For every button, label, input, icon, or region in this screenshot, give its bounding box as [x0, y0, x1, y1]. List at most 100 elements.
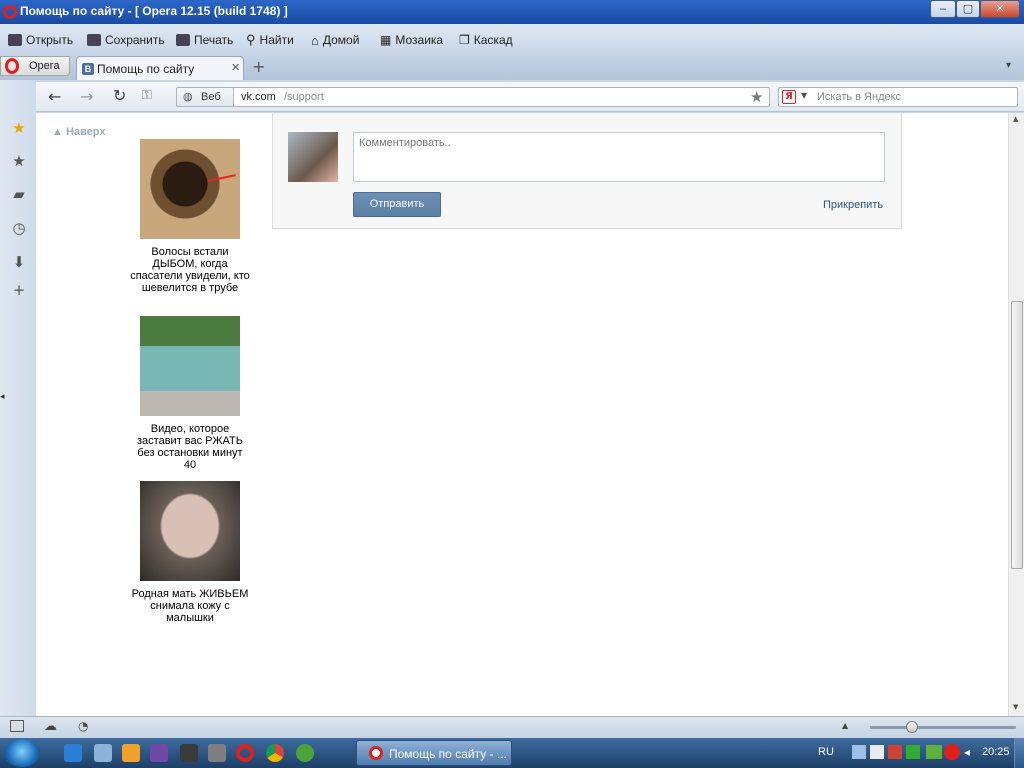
save-icon [87, 34, 101, 46]
language-indicator[interactable]: RU [818, 746, 834, 758]
speed-dial-star-icon[interactable]: ★ [11, 120, 27, 136]
task-opera-window[interactable]: Помощь по сайту - ... [356, 740, 512, 766]
tab-close-icon[interactable]: ✕ [231, 61, 240, 74]
speed-gauge-icon[interactable]: ◔ [78, 719, 88, 733]
send-button[interactable]: Отправить [353, 192, 441, 217]
bookmark-star-icon[interactable]: ★ [750, 88, 763, 106]
open-button[interactable]: Открыть [8, 32, 73, 48]
globe-icon: ◍ [183, 90, 193, 103]
panel-collapse-icon[interactable]: ◂ [0, 392, 5, 402]
tool-icon[interactable] [180, 744, 198, 762]
zoom-arrow-icon[interactable]: ▲ [842, 721, 848, 730]
ie-icon[interactable] [64, 744, 82, 762]
find-icon: ⚲ [246, 32, 256, 47]
clock[interactable]: 20:25 [982, 746, 1010, 758]
side-panel: ★ ★ ▰ ◷ ⬇ + ◂ [0, 80, 36, 716]
home-button[interactable]: ⌂ Домой [311, 32, 359, 48]
tile-icon: ▦ [380, 33, 392, 47]
tile-label: Мозаика [395, 33, 444, 47]
installer-icon[interactable] [150, 744, 168, 762]
url-path: /support [284, 91, 324, 103]
tray-device-icon[interactable] [870, 745, 884, 759]
ad-caption[interactable]: Родная мать ЖИВЬЕМ снимала кожу с малышк… [130, 588, 250, 624]
media-player-icon[interactable] [122, 744, 140, 762]
avatar[interactable] [288, 132, 338, 182]
find-button[interactable]: ⚲ Найти [246, 32, 294, 48]
window-title: Помощь по сайту - [ Opera 12.15 (build 1… [20, 4, 288, 18]
opera-logo-icon [3, 5, 17, 19]
tab-bar: Opera В Помощь по сайту ✕ + ▾ [0, 54, 1024, 80]
tray-app-icon[interactable] [906, 745, 920, 759]
cascade-button[interactable]: ❐ Каскад [459, 32, 513, 48]
notes-icon[interactable]: ▰ [11, 186, 27, 202]
utorrent-icon[interactable] [296, 744, 314, 762]
scroll-down-icon[interactable]: ▼ [1013, 703, 1018, 711]
tray-opera-icon[interactable] [944, 744, 960, 760]
opera-icon[interactable] [236, 744, 254, 762]
add-panel-icon[interactable]: + [11, 282, 27, 298]
calculator-icon[interactable] [208, 744, 226, 762]
address-bar[interactable]: ◍ Веб vk.com /support ★ [176, 87, 770, 107]
ad-image-child[interactable] [140, 481, 240, 581]
history-clock-icon[interactable]: ◷ [11, 220, 27, 236]
find-label: Найти [259, 33, 294, 47]
back-arrow-icon[interactable]: ← [48, 87, 61, 106]
print-button[interactable]: Печать [176, 32, 233, 48]
new-tab-button[interactable]: + [252, 57, 265, 76]
task-label: Помощь по сайту - ... [389, 747, 507, 761]
folder-icon [8, 34, 22, 46]
ad-caption[interactable]: Видео, которое заставит вас РЖАТЬ без ос… [130, 423, 250, 471]
comment-input[interactable]: Комментировать.. [353, 132, 885, 182]
forward-arrow-icon[interactable]: → [80, 87, 93, 106]
opera-menu-button[interactable]: Opera [0, 56, 70, 76]
scrollbar-thumb[interactable] [1011, 301, 1023, 569]
save-button[interactable]: Сохранить [87, 32, 165, 48]
site-info-button[interactable]: ◍ Веб [176, 87, 234, 107]
panel-toggle-icon[interactable] [10, 720, 24, 732]
chevron-down-icon[interactable]: ▼ [801, 91, 807, 100]
menu-toolbar: Открыть Сохранить Печать ⚲ Найти ⌂ Домой ▦… [0, 24, 1024, 54]
search-field[interactable]: Я ▼ Искать в Яндекс [778, 87, 1018, 107]
close-button[interactable]: ✕ [980, 0, 1020, 18]
bookmarks-icon[interactable]: ★ [11, 153, 27, 169]
tab-label: Помощь по сайту [97, 62, 195, 76]
key-icon[interactable]: ⚿ [142, 88, 152, 103]
zoom-slider-handle[interactable] [906, 721, 918, 733]
arrow-up-icon: ▲ [52, 126, 63, 138]
ad-item[interactable] [140, 481, 240, 581]
desktop-icon[interactable] [94, 744, 112, 762]
url-domain: vk.com [241, 91, 276, 103]
cascade-icon: ❐ [459, 33, 470, 47]
ad-image-woman[interactable] [140, 316, 240, 416]
vertical-scrollbar[interactable]: ▲ ▼ [1008, 113, 1024, 716]
ad-image-pipe[interactable] [140, 139, 240, 239]
tray-audio-icon[interactable] [888, 745, 902, 759]
chrome-icon[interactable] [266, 744, 284, 762]
minimize-button[interactable]: ‒ [930, 0, 956, 18]
page-content: ▲ Наверх Волосы встали ДЫБОМ, когда спас… [36, 113, 1008, 716]
maximize-button[interactable]: ▢ [956, 0, 980, 18]
ad-item[interactable] [140, 316, 240, 416]
yandex-icon[interactable]: Я [782, 90, 796, 104]
ad-caption[interactable]: Волосы встали ДЫБОМ, когда спасатели уви… [130, 246, 250, 294]
start-button[interactable] [4, 739, 40, 767]
cascade-label: Каскад [473, 33, 513, 47]
vk-favicon: В [82, 63, 94, 75]
tray-network-icon[interactable] [852, 745, 866, 759]
show-desktop-button[interactable] [1014, 738, 1024, 768]
tab-menu-chevron-icon[interactable]: ▾ [1006, 60, 1011, 71]
ad-item[interactable] [140, 139, 240, 239]
zoom-slider[interactable] [870, 721, 1016, 733]
window-titlebar[interactable]: Помощь по сайту - [ Opera 12.15 (build 1… [0, 0, 1024, 24]
downloads-icon[interactable]: ⬇ [11, 254, 27, 270]
reload-icon[interactable]: ↻ [113, 86, 126, 105]
tray-nvidia-icon[interactable] [926, 745, 942, 759]
back-to-top-link[interactable]: ▲ Наверх [52, 126, 105, 138]
tray-volume-icon[interactable]: ◂ [964, 745, 970, 759]
attach-link[interactable]: Прикрепить [823, 199, 883, 211]
tile-button[interactable]: ▦ Мозаика [380, 32, 443, 48]
scroll-up-icon[interactable]: ▲ [1013, 115, 1018, 123]
cloud-icon[interactable]: ☁ [44, 719, 57, 734]
tab-support[interactable]: В Помощь по сайту ✕ [76, 56, 244, 80]
security-label: Веб [201, 91, 221, 103]
